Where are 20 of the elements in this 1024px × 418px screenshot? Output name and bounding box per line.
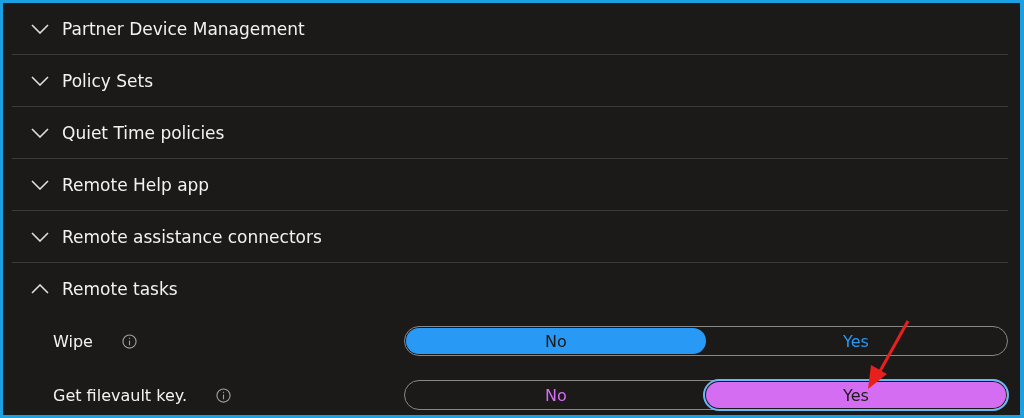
chevron-down-icon[interactable] [31,179,49,190]
chevron-down-icon[interactable] [31,75,49,86]
chevron-down-icon[interactable] [31,23,49,34]
toggle-option[interactable]: No [406,382,706,408]
section-title[interactable]: Partner Device Management [62,18,305,39]
section-title[interactable]: Remote tasks [62,278,178,299]
toggle-option[interactable]: No [406,328,706,354]
setting-label: Get filevault key. [53,385,187,405]
setting-label: Wipe [53,331,93,351]
section-title[interactable]: Policy Sets [62,70,154,91]
section-title[interactable]: Quiet Time policies [62,122,225,143]
chevron-up-icon[interactable] [31,283,49,294]
info-icon[interactable] [121,333,137,349]
chevron-down-icon[interactable] [31,127,49,138]
section-title[interactable]: Remote Help app [62,174,210,195]
toggle-option[interactable]: Yes [706,382,1006,408]
section-title[interactable]: Remote assistance connectors [62,226,322,247]
chevron-down-icon[interactable] [31,231,49,242]
toggle-option[interactable]: Yes [706,328,1006,354]
info-icon[interactable] [216,387,231,403]
